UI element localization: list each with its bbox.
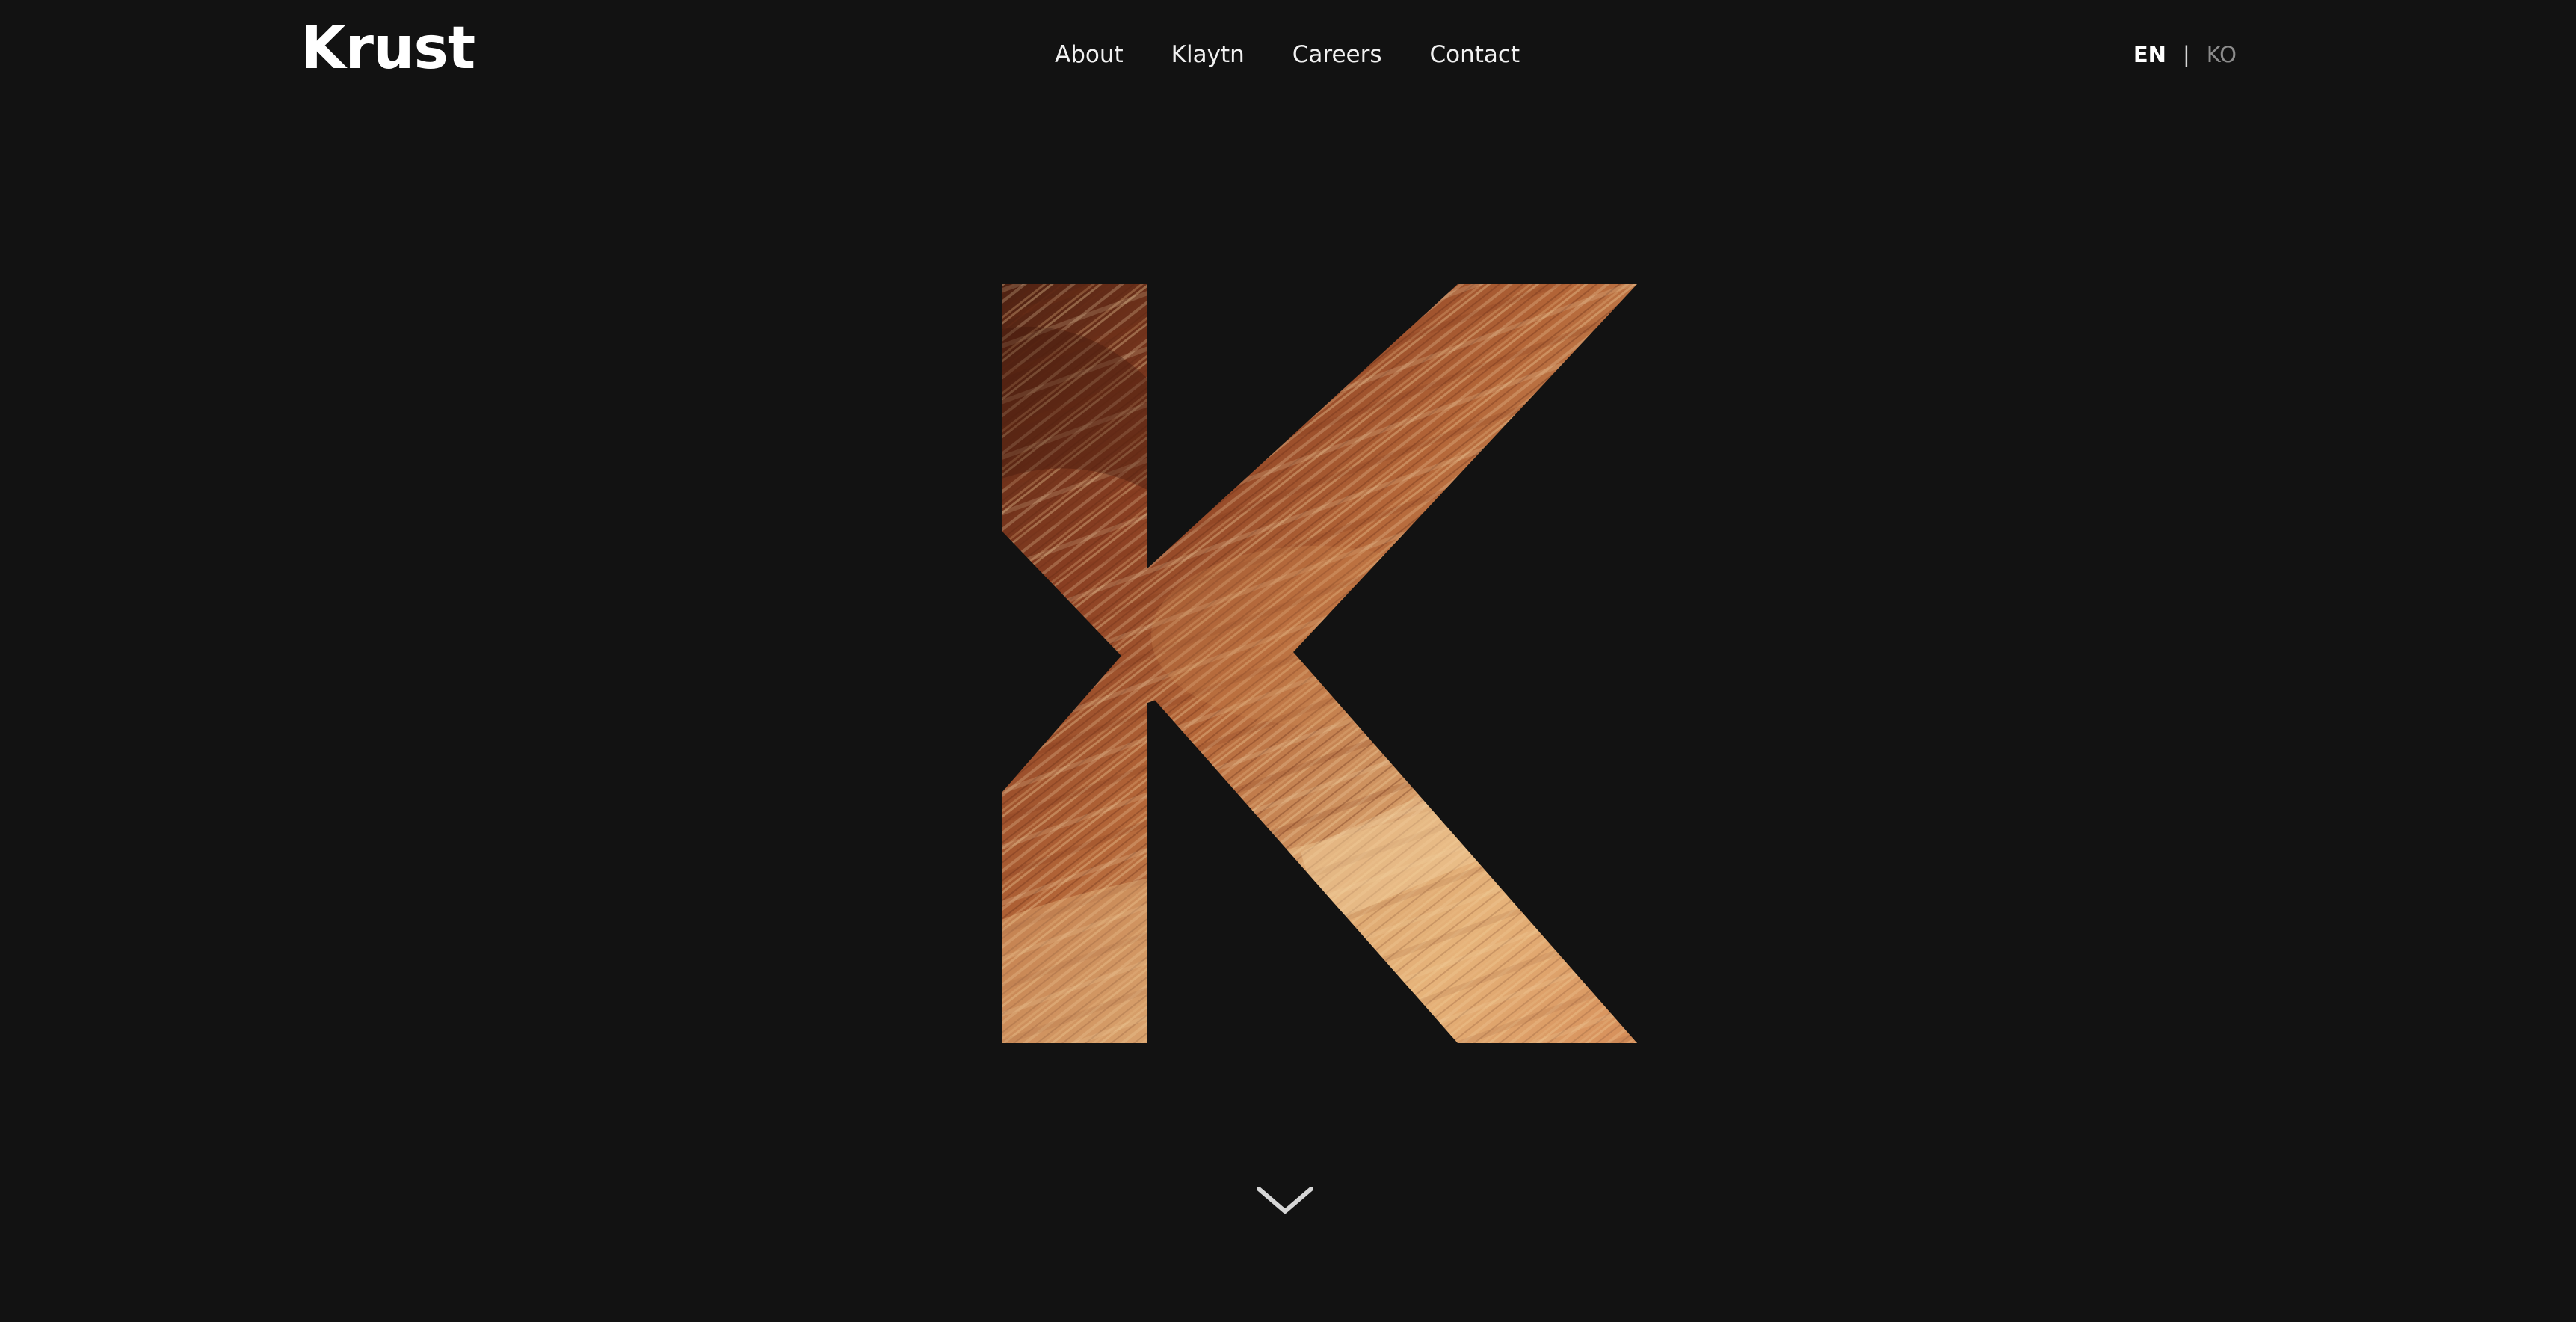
chevron-down-icon[interactable] (1256, 1184, 1314, 1217)
site-header: Krust About Klaytn Careers Contact EN | … (0, 0, 2576, 112)
main-nav: About Klaytn Careers Contact (1055, 39, 1520, 70)
nav-klaytn-link[interactable]: Klaytn (1171, 39, 1245, 70)
nav-careers-link[interactable]: Careers (1292, 39, 1382, 70)
lang-en-button[interactable]: EN (2133, 39, 2166, 70)
lang-ko-button[interactable]: KO (2207, 39, 2237, 70)
language-switcher: EN | KO (2133, 39, 2237, 70)
page: Krust About Klaytn Careers Contact EN | … (0, 0, 2576, 1322)
lang-separator: | (2182, 42, 2190, 67)
nav-contact-link[interactable]: Contact (1430, 39, 1520, 70)
krust-logo[interactable]: Krust (301, 19, 475, 78)
nav-about-link[interactable]: About (1055, 39, 1124, 70)
hero-k-letter (1002, 284, 1637, 1043)
